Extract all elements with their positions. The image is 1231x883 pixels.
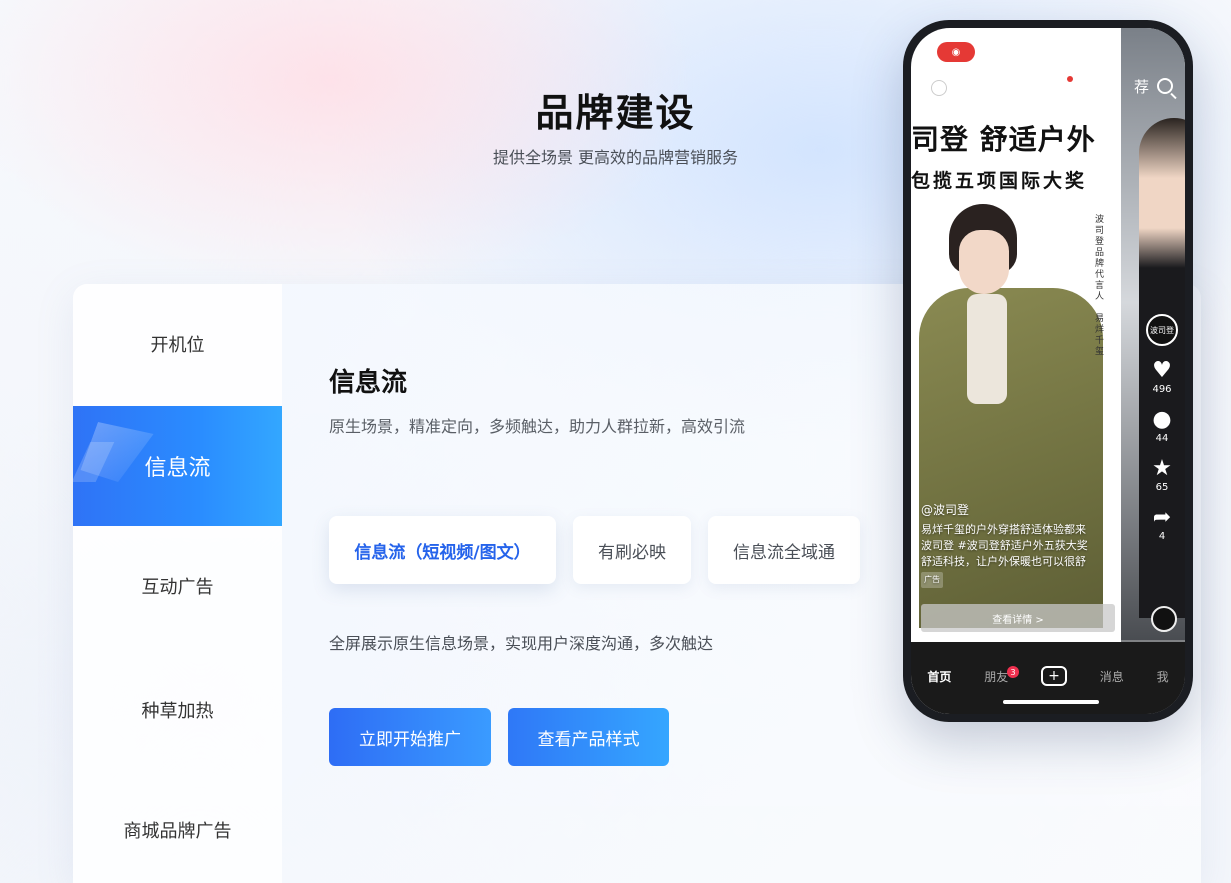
share-icon[interactable]: ➦	[1149, 507, 1175, 529]
comment-icon[interactable]: ●	[1149, 409, 1175, 431]
sidebar-item-label: 种草加热	[141, 701, 214, 722]
nav-friends[interactable]: 朋友	[984, 668, 1008, 685]
sidebar-item-interactive-ads[interactable]: 互动广告	[73, 526, 282, 646]
tab-description: 全屏展示原生信息场景，实现用户深度沟通，多次触达	[329, 634, 714, 653]
section-description: 原生场景，精准定向，多频触达，助力人群拉新，高效引流	[329, 417, 746, 436]
heart-icon[interactable]: ♥	[1149, 360, 1175, 382]
favorite-count: 65	[1155, 482, 1169, 493]
caption-line: 易烊千玺的户外穿搭舒适体验都来	[921, 523, 1086, 536]
brand-avatar[interactable]: 波司登	[1146, 314, 1178, 346]
tab-recommend[interactable]: 荐	[1134, 76, 1149, 97]
star-icon[interactable]: ★	[1149, 458, 1175, 480]
ad-subheadline: 包揽五项国际大奖	[911, 170, 1088, 192]
plus-icon[interactable]: +	[1040, 666, 1067, 686]
tab-feed-video[interactable]: 信息流（短视频/图文）	[329, 516, 556, 584]
video-username[interactable]: @波司登	[921, 502, 1117, 518]
face	[959, 230, 1009, 294]
section-title: 信息流	[329, 368, 408, 398]
sidebar-item-label: 互动广告	[141, 577, 214, 598]
sidebar-item-label: 商城品牌广告	[123, 821, 232, 842]
home-indicator[interactable]	[1003, 700, 1099, 704]
status-bar: ◉	[911, 28, 1185, 68]
tab-must-show[interactable]: 有刷必映	[573, 516, 691, 584]
sidebar-item-seeding[interactable]: 种草加热	[73, 650, 282, 770]
video-caption: @波司登 易烊千玺的户外穿搭舒适体验都来 波司登 #波司登舒适户外五获大奖 舒适…	[921, 502, 1117, 588]
phone-mockup: ◉ 荐 司登 舒适户外 包揽五项国际大奖 波司登品牌代言人 易烊千玺 波司登 ♥…	[903, 20, 1193, 722]
search-icon[interactable]	[1157, 78, 1173, 94]
music-disc-icon[interactable]	[1151, 606, 1177, 632]
spokesperson-caption: 波司登品牌代言人 易烊千玺	[1093, 214, 1103, 357]
view-product-style-button[interactable]: 查看产品样式	[508, 708, 669, 766]
nav-me[interactable]: 我	[1157, 668, 1169, 685]
sidebar: 开机位 信息流 互动广告 种草加热 商城品牌广告	[73, 284, 282, 883]
notification-dot	[1067, 76, 1073, 82]
scarf	[967, 294, 1007, 404]
view-details-button[interactable]: 查看详情 >	[921, 604, 1115, 632]
share-count: 4	[1158, 531, 1166, 542]
sidebar-item-feed[interactable]: 信息流	[73, 406, 282, 526]
sidebar-item-label: 开机位	[150, 335, 205, 356]
comment-count: 44	[1155, 433, 1169, 444]
ad-tag: 广告	[921, 572, 943, 588]
record-indicator-icon: ◉	[937, 42, 975, 62]
sidebar-item-mall-brand-ads[interactable]: 商城品牌广告	[73, 770, 282, 883]
back-icon[interactable]	[931, 80, 947, 96]
caption-line: 波司登 #波司登舒适户外五获大奖	[921, 539, 1088, 552]
sidebar-item-splash[interactable]: 开机位	[73, 284, 282, 404]
video-action-bar: 波司登 ♥ 496 ● 44 ★ 65 ➦ 4	[1145, 314, 1179, 542]
nav-messages[interactable]: 消息	[1100, 668, 1124, 685]
caption-line: 舒适科技，让户外保暖也可以很舒	[921, 555, 1086, 568]
tab-feed-all-domain[interactable]: 信息流全域通	[708, 516, 860, 584]
sidebar-item-label: 信息流	[144, 456, 211, 481]
start-promotion-button[interactable]: 立即开始推广	[329, 708, 491, 766]
ad-headline: 司登 舒适户外	[911, 123, 1096, 156]
friends-badge: 3	[1007, 666, 1019, 678]
nav-home[interactable]: 首页	[927, 668, 951, 685]
phone-screen: ◉ 荐 司登 舒适户外 包揽五项国际大奖 波司登品牌代言人 易烊千玺 波司登 ♥…	[911, 28, 1185, 714]
like-count: 496	[1152, 384, 1172, 395]
